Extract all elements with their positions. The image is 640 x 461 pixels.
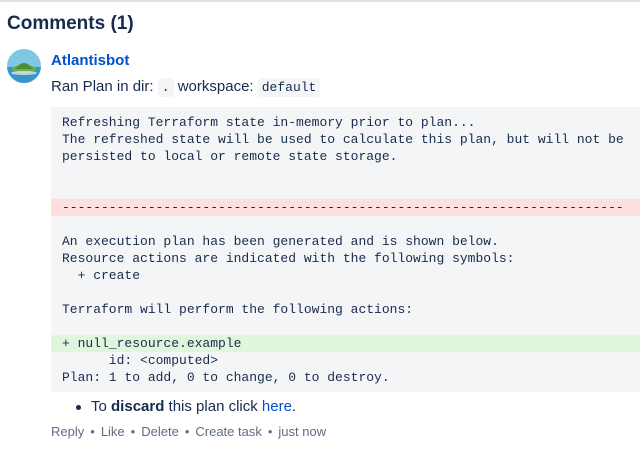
discard-text-middle: this plan click [164,398,262,415]
discard-keyword: discard [111,398,165,415]
code-line: persisted to local or remote state stora… [62,149,398,164]
code-line: Refreshing Terraform state in-memory pri… [62,115,476,130]
comment-timestamp[interactable]: just now [278,424,326,439]
plan-summary-prefix: Ran Plan in dir: [51,78,158,95]
avatar[interactable] [7,49,41,83]
plan-summary-mid: workspace: [173,78,258,95]
code-line-removed: ----------------------------------------… [51,199,640,216]
island-avatar-icon [7,49,41,83]
code-line: Terraform will perform the following act… [62,302,414,317]
code-line: The refreshed state will be used to calc… [62,132,624,147]
code-line: An execution plan has been generated and… [62,234,499,249]
code-line: Plan: 1 to add, 0 to change, 0 to destro… [62,370,390,385]
delete-action[interactable]: Delete [141,424,179,439]
reply-action[interactable]: Reply [51,424,84,439]
comment-actions: Reply • Like • Delete • Create task • just now [51,424,326,439]
like-action[interactable]: Like [101,424,125,439]
action-separator: • [130,424,136,439]
discard-link[interactable]: here [262,398,292,415]
action-separator: • [90,424,95,439]
discard-instruction: To discard this plan click here. [76,398,296,415]
discard-text-after: . [291,398,297,415]
code-line: id: <computed> [62,353,219,368]
action-separator: • [267,424,273,439]
action-separator: • [184,424,190,439]
create-task-action[interactable]: Create task [195,424,261,439]
plan-output: Refreshing Terraform state in-memory pri… [51,107,640,392]
plan-workspace: default [257,78,321,97]
code-line: Resource actions are indicated with the … [62,251,515,266]
code-line: + create [62,268,141,283]
comments-heading: Comments (1) [7,13,134,34]
plan-summary: Ran Plan in dir: . workspace: default [51,78,321,97]
discard-text-before: To [91,398,112,415]
bullet-icon [76,404,81,410]
comment-author[interactable]: Atlantisbot [51,52,129,69]
code-line-added: + null_resource.example [51,335,640,352]
top-divider [0,0,640,2]
plan-dir: . [157,78,174,97]
